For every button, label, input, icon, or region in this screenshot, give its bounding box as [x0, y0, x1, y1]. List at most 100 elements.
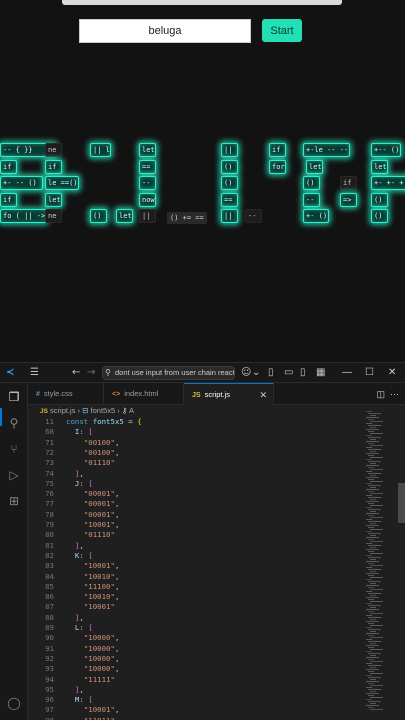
code-line[interactable]: 96 M: [ — [28, 695, 364, 705]
source-control-icon[interactable]: ⑂ — [6, 441, 22, 457]
minimap-line — [368, 419, 374, 420]
minimap-line — [370, 475, 376, 476]
explorer-icon[interactable]: ❐ — [6, 389, 22, 405]
code-token: [ — [88, 623, 93, 632]
code-line[interactable]: 95 ], — [28, 685, 364, 695]
extensions-icon[interactable]: ⊞ — [6, 493, 22, 509]
minimap-line — [370, 649, 383, 650]
minimap-line — [370, 577, 383, 578]
search-view-icon[interactable]: ⚲ — [6, 415, 22, 431]
split-editor-icon[interactable]: ◫ — [376, 389, 385, 399]
start-button[interactable]: Start — [262, 19, 302, 42]
back-arrow-icon[interactable]: ← — [72, 363, 80, 383]
code-line[interactable]: 94 "11111" — [28, 675, 364, 685]
letter-tile: now — [139, 193, 156, 207]
minimap-line — [366, 561, 379, 562]
minimap-line — [370, 535, 376, 536]
code-line[interactable]: 82 K: [ — [28, 551, 364, 561]
command-center[interactable]: ⚲ dont use input from user chain reactio — [102, 366, 235, 380]
tab-script-js[interactable]: JS script.js ✕ — [184, 383, 274, 405]
copilot-icon[interactable]: ☺ — [241, 363, 251, 383]
vscode-window: ≺ ☰ ← → ⚲ dont use input from user chain… — [0, 362, 405, 720]
code-line[interactable]: 73 "01110" — [28, 458, 364, 468]
code-token: "11011" — [84, 716, 115, 720]
code-line[interactable]: 87 "10001" — [28, 602, 364, 612]
code-line[interactable]: 81 ], — [28, 541, 364, 551]
tab-index-html[interactable]: <> index.html — [104, 383, 184, 405]
letter-tile: if — [269, 143, 286, 157]
code-line[interactable]: 84 "10010", — [28, 572, 364, 582]
minimap-line — [366, 573, 379, 574]
minimize-icon[interactable]: — — [342, 363, 352, 383]
code-line[interactable]: 93 "10000", — [28, 664, 364, 674]
line-number: 98 — [28, 716, 54, 720]
scrollbar-thumb[interactable] — [398, 483, 405, 523]
code-line[interactable]: 71 "00100", — [28, 438, 364, 448]
minimap-line — [368, 515, 374, 516]
sticky-scroll-line[interactable]: 11 const font5x5 = { — [28, 417, 364, 428]
minimap-line — [366, 675, 372, 676]
chevron-down-icon[interactable]: ⌄ — [252, 363, 260, 383]
code-line[interactable]: 86 "10010", — [28, 592, 364, 602]
code-line[interactable]: 98 "11011", — [28, 716, 364, 720]
line-number: 81 — [45, 540, 54, 550]
minimap-line — [366, 507, 372, 508]
code-line[interactable]: 92 "10000", — [28, 654, 364, 664]
close-tab-icon[interactable]: ✕ — [259, 384, 267, 406]
minimap-line — [368, 521, 381, 522]
minimap[interactable] — [364, 405, 398, 720]
code-token: "10000" — [83, 643, 115, 653]
toggle-panel-icon[interactable]: ▭ — [284, 363, 293, 383]
minimap-line — [370, 571, 376, 572]
toggle-secondary-sidebar-icon[interactable]: ▯ — [300, 363, 306, 383]
code-token: "10001" — [83, 561, 115, 571]
breadcrumb-symbol[interactable]: font5x5 — [91, 406, 116, 415]
code-token: { — [137, 417, 142, 426]
code-line[interactable]: 97 "10001", — [28, 705, 364, 715]
tab-style-css[interactable]: # style.css — [28, 383, 104, 405]
minimap-line — [368, 425, 381, 426]
code-line[interactable]: 80 "01110" — [28, 530, 364, 540]
breadcrumb-key[interactable]: A — [129, 406, 134, 415]
code-line[interactable]: 72 "00100", — [28, 448, 364, 458]
code-editor[interactable]: 11 const font5x5 = {68 I: [71 "00100", 72 … — [28, 417, 364, 720]
code-line[interactable]: 77 "00001", — [28, 499, 364, 509]
code-line[interactable]: 75 J: [ — [28, 479, 364, 489]
line-number: 93 — [45, 664, 54, 674]
code-line[interactable]: 88 ], — [28, 613, 364, 623]
code-line[interactable]: 78 "00001", — [28, 510, 364, 520]
run-debug-icon[interactable]: ▷ — [6, 467, 22, 483]
minimap-line — [370, 427, 376, 428]
code-line[interactable]: 85 "11100", — [28, 582, 364, 592]
close-window-icon[interactable]: ✕ — [388, 363, 396, 383]
menu-icon[interactable]: ☰ — [30, 363, 39, 383]
code-line[interactable]: 91 "10000", — [28, 644, 364, 654]
sticky-scroll-line[interactable]: 68 I: [ — [28, 427, 364, 438]
vertical-scrollbar[interactable] — [398, 405, 405, 720]
customize-layout-icon[interactable]: ▦ — [316, 363, 325, 383]
toggle-sidebar-icon[interactable]: ▯ — [268, 363, 274, 383]
minimap-line — [366, 483, 372, 484]
code-line[interactable]: 74 ], — [28, 469, 364, 479]
code-line[interactable]: 79 "10001", — [28, 520, 364, 530]
forward-arrow-icon[interactable]: → — [87, 363, 95, 383]
word-input[interactable] — [79, 19, 251, 43]
minimap-line — [368, 611, 374, 612]
code-line[interactable]: 83 "10001", — [28, 561, 364, 571]
minimap-line — [370, 523, 376, 524]
minimap-line — [368, 509, 381, 510]
breadcrumb-file[interactable]: script.js — [50, 406, 75, 415]
code-line[interactable]: 89 L: [ — [28, 623, 364, 633]
account-icon[interactable]: ◯ — [6, 695, 22, 711]
code-line[interactable]: 76 "00001", — [28, 489, 364, 499]
code-line[interactable]: 90 "10000", — [28, 633, 364, 643]
maximize-icon[interactable]: ☐ — [365, 363, 374, 383]
line-number: 92 — [45, 653, 54, 663]
minimap-line — [368, 563, 374, 564]
code-token: , — [114, 520, 120, 529]
minimap-line — [370, 499, 376, 500]
more-actions-icon[interactable]: ⋯ — [390, 389, 399, 399]
